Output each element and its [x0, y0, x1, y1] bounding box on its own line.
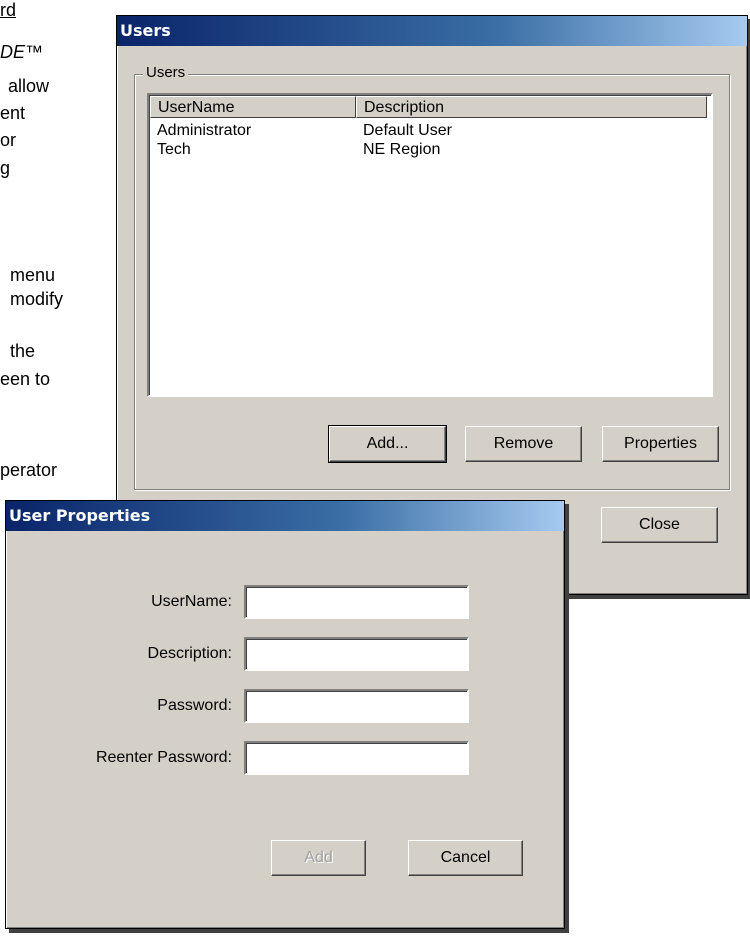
users-list-header: UserName Description — [150, 96, 710, 120]
users-list[interactable]: UserName Description Administrator Defau… — [147, 93, 713, 397]
close-button[interactable]: Close — [601, 507, 718, 543]
doc-text: or — [0, 130, 17, 150]
description-label: Description: — [147, 645, 232, 662]
username-field[interactable] — [244, 585, 469, 619]
user-properties-dialog: User Properties UserName: Description: P… — [5, 500, 565, 929]
doc-text: modify — [10, 289, 64, 309]
doc-text: een to — [0, 369, 51, 389]
properties-button[interactable]: Properties — [602, 426, 719, 462]
doc-text: allow — [8, 76, 50, 96]
doc-text: g — [0, 158, 11, 178]
description-field[interactable] — [244, 637, 469, 671]
description-cell: NE Region — [363, 141, 441, 158]
list-item[interactable]: Administrator Default User — [149, 122, 711, 142]
doc-text: ent — [0, 103, 26, 123]
username-label: UserName: — [151, 593, 232, 610]
cancel-button[interactable]: Cancel — [408, 840, 523, 876]
reenter-password-field[interactable] — [244, 741, 469, 775]
description-cell: Default User — [363, 122, 452, 139]
password-label: Password: — [157, 697, 232, 714]
doc-text: the — [10, 341, 36, 361]
user-properties-dialog-title[interactable]: User Properties — [6, 501, 564, 531]
column-header-username[interactable]: UserName — [150, 96, 356, 118]
doc-text: rd — [0, 0, 17, 20]
remove-user-button[interactable]: Remove — [465, 426, 582, 462]
username-cell: Administrator — [157, 122, 252, 139]
column-header-description[interactable]: Description — [356, 96, 707, 118]
password-field[interactable] — [244, 689, 469, 723]
users-groupbox-label: Users — [143, 64, 189, 81]
username-cell: Tech — [157, 141, 191, 158]
add-button[interactable]: Add — [271, 840, 366, 876]
doc-text: DE™ — [0, 42, 44, 62]
doc-text: perator — [0, 460, 58, 480]
list-item[interactable]: Tech NE Region — [149, 141, 711, 161]
add-user-button[interactable]: Add... — [328, 425, 447, 463]
reenter-password-label: Reenter Password: — [95, 749, 232, 766]
users-groupbox: Users UserName Description Administrator… — [134, 64, 730, 490]
doc-text: menu — [10, 265, 56, 285]
users-dialog-title[interactable]: Users — [117, 16, 747, 46]
